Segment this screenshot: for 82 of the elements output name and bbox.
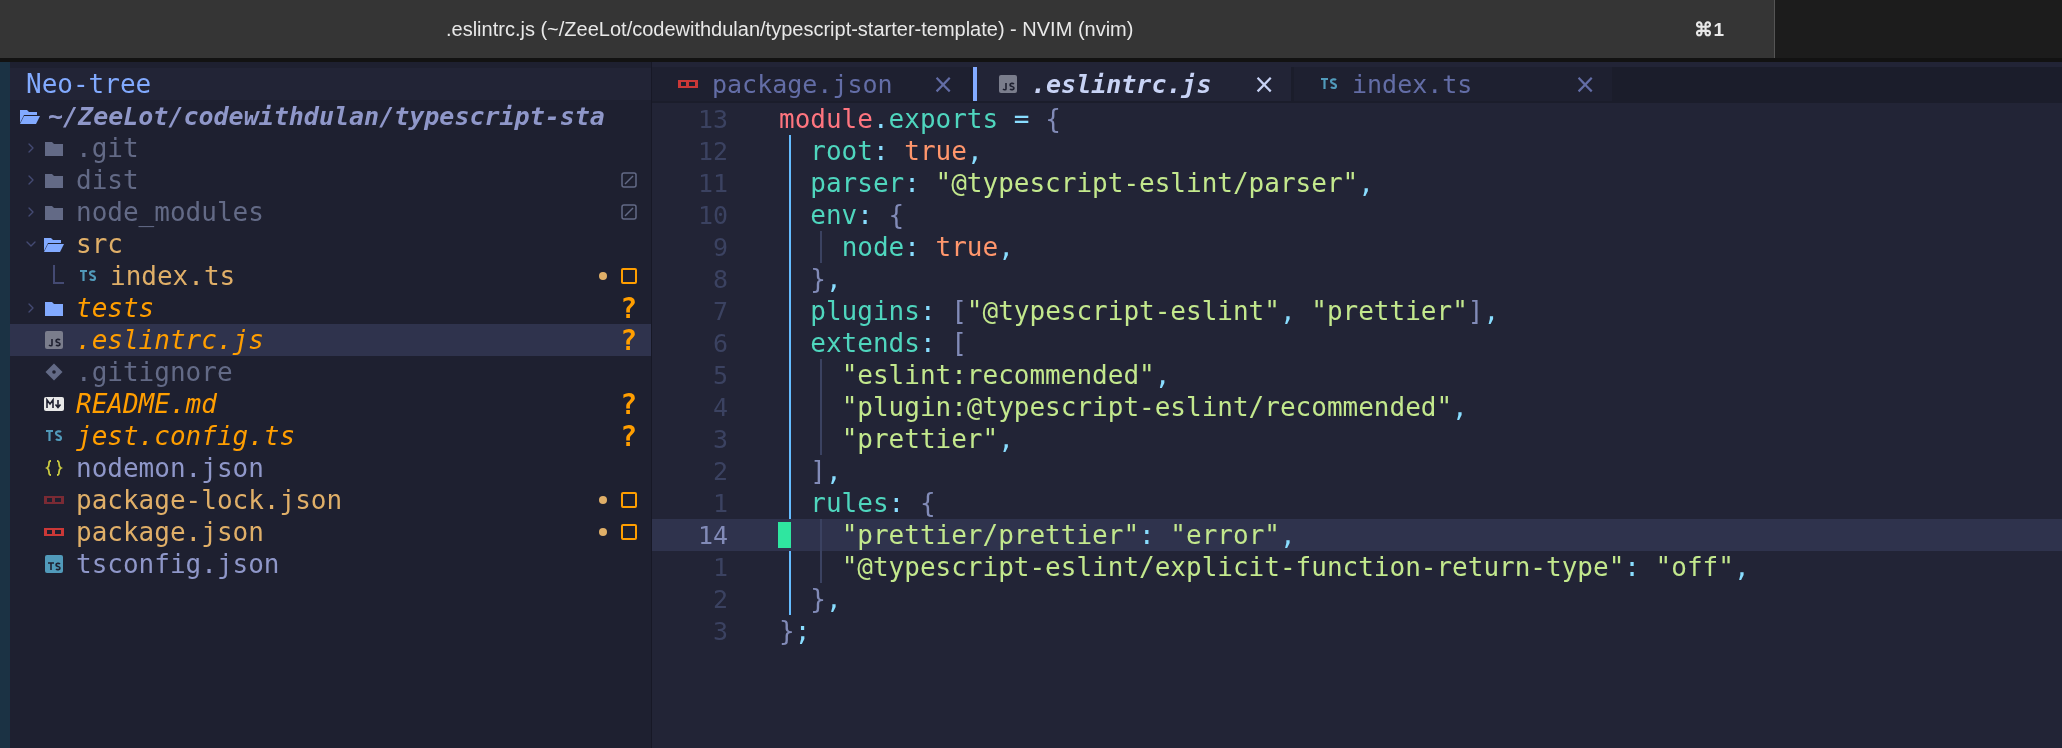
- square-icon: [621, 268, 637, 284]
- code-line: root: true,: [810, 136, 983, 166]
- tree-row[interactable]: tests ?: [10, 292, 651, 324]
- status-label: ?: [620, 291, 637, 325]
- tree-row[interactable]: nodemon.json: [10, 452, 651, 484]
- code-line: ],: [810, 456, 842, 486]
- square-icon: [621, 492, 637, 508]
- javascript-icon: [45, 331, 63, 349]
- close-icon[interactable]: ×: [1574, 69, 1596, 99]
- file-name: node_modules: [76, 197, 264, 227]
- file-name: .eslintrc.js: [76, 325, 264, 355]
- code-line: module.exports = {: [779, 104, 1061, 134]
- tree-row[interactable]: .git: [10, 132, 651, 164]
- editor-tab[interactable]: .eslintrc.js ×: [973, 67, 1291, 101]
- typescript-icon: [45, 555, 63, 573]
- code-line: };: [779, 616, 811, 646]
- npm-icon: [44, 528, 64, 536]
- braces-icon: [45, 459, 63, 477]
- tree-row[interactable]: jest.config.ts ?: [10, 420, 651, 452]
- open-folder-icon: [44, 236, 64, 252]
- close-icon[interactable]: ×: [932, 69, 954, 99]
- javascript-icon: [999, 75, 1017, 93]
- file-name: package.json: [76, 517, 264, 547]
- status-label: ?: [620, 387, 637, 421]
- editor-tab[interactable]: index.ts ×: [1294, 67, 1612, 101]
- code-line: parser: "@typescript-eslint/parser",: [810, 168, 1374, 198]
- code-line: rules: {: [810, 488, 936, 518]
- typescript-icon: [45, 430, 63, 442]
- cursor-marker: [778, 522, 791, 548]
- folder-icon: [45, 300, 63, 316]
- tree-row[interactable]: package-lock.json: [10, 484, 651, 516]
- status-label: ?: [620, 323, 637, 357]
- code-line: node: true,: [841, 232, 1014, 262]
- code-line: },: [810, 584, 842, 614]
- file-name: nodemon.json: [76, 453, 264, 483]
- folder-icon: [45, 204, 63, 220]
- folder-icon: [45, 172, 63, 188]
- tree-row[interactable]: tsconfig.json: [10, 548, 651, 580]
- typescript-icon: [1320, 78, 1338, 90]
- npm-icon: [678, 80, 698, 88]
- code-line: "prettier/prettier": "error",: [841, 520, 1296, 550]
- file-name: tests: [76, 293, 155, 323]
- status-label: ?: [620, 419, 637, 453]
- code-line: },: [810, 264, 842, 294]
- tree-row[interactable]: node_modules: [10, 196, 651, 228]
- file-name: .git: [76, 133, 139, 163]
- file-name: index.ts: [110, 261, 236, 291]
- code-line: env: {: [810, 200, 905, 230]
- typescript-icon: [79, 270, 97, 282]
- shortcut-label: ⌘1: [1694, 17, 1724, 41]
- code-line: "@typescript-eslint/explicit-function-return-type": "off",: [841, 552, 1750, 582]
- tree-row[interactable]: README.md ?: [10, 388, 651, 420]
- editor-tab[interactable]: package.json ×: [652, 67, 970, 101]
- code-line: plugins: ["@typescript-eslint", "prettier"],: [810, 296, 1500, 326]
- file-name: jest.config.ts: [76, 421, 296, 451]
- line-number: 14: [696, 520, 728, 550]
- square-icon: [621, 524, 637, 540]
- tree-row[interactable]: package.json: [10, 516, 651, 548]
- file-name: README.md: [76, 389, 217, 419]
- markdown-icon: [44, 397, 64, 411]
- file-name: tsconfig.json: [76, 549, 280, 579]
- tree-row[interactable]: .eslintrc.js ?: [10, 324, 651, 356]
- open-folder-icon: [20, 108, 40, 124]
- npm-icon: [44, 496, 64, 504]
- file-name: .gitignore: [76, 357, 233, 387]
- tree-guide: [52, 265, 66, 287]
- close-icon[interactable]: ×: [1253, 69, 1275, 99]
- tree-row[interactable]: .gitignore: [10, 356, 651, 388]
- code-line: extends: [: [810, 328, 967, 358]
- root-path: ~/ZeeLot/codewithdulan/typescript-sta: [48, 101, 605, 131]
- folder-icon: [45, 140, 63, 156]
- tree-row[interactable]: dist: [10, 164, 651, 196]
- file-name: src: [76, 229, 123, 259]
- tree-row[interactable]: index.ts: [10, 260, 651, 292]
- file-name: package-lock.json: [76, 485, 343, 515]
- code-line: "plugin:@typescript-eslint/recommended",: [841, 392, 1468, 422]
- window-title: .eslintrc.js (~/ZeeLot/codewithdulan/typescript-starter-template) - NVIM (nvim): [446, 17, 1134, 41]
- code-line: "eslint:recommended",: [841, 360, 1171, 390]
- panel-title: Neo-tree: [26, 69, 152, 99]
- tree-row[interactable]: src: [10, 228, 651, 260]
- file-name: dist: [76, 165, 139, 195]
- code-line: "prettier",: [841, 424, 1014, 454]
